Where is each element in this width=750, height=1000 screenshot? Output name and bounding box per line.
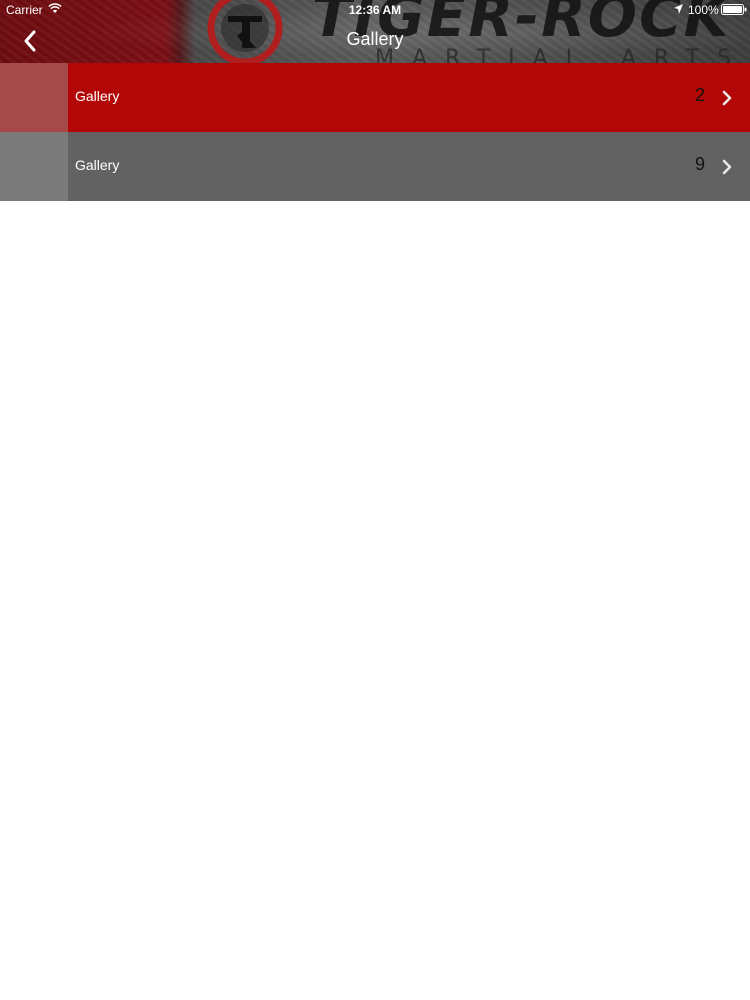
row-body: Gallery 9 [68, 132, 750, 201]
battery-icon [721, 4, 747, 15]
gallery-thumbnail [0, 132, 68, 201]
gallery-label: Gallery [75, 157, 120, 173]
gallery-label: Gallery [75, 88, 120, 104]
status-bar: Carrier 12:36 AM 100% [0, 0, 750, 20]
location-arrow-icon [674, 4, 683, 14]
chevron-right-icon [722, 90, 732, 106]
gallery-count: 9 [694, 154, 705, 174]
gallery-thumbnail [0, 63, 68, 132]
gallery-row[interactable]: Gallery 9 [0, 132, 750, 201]
chevron-right-icon [722, 159, 732, 175]
gallery-count: 2 [694, 85, 705, 105]
row-body: Gallery 2 [68, 63, 750, 132]
battery-percentage: 100% [688, 3, 719, 17]
gallery-list: Gallery 2 Gallery 9 [0, 63, 750, 201]
gallery-row[interactable]: Gallery 2 [0, 63, 750, 132]
status-time: 12:36 AM [348, 3, 402, 17]
nav-title: Gallery [346, 29, 404, 49]
